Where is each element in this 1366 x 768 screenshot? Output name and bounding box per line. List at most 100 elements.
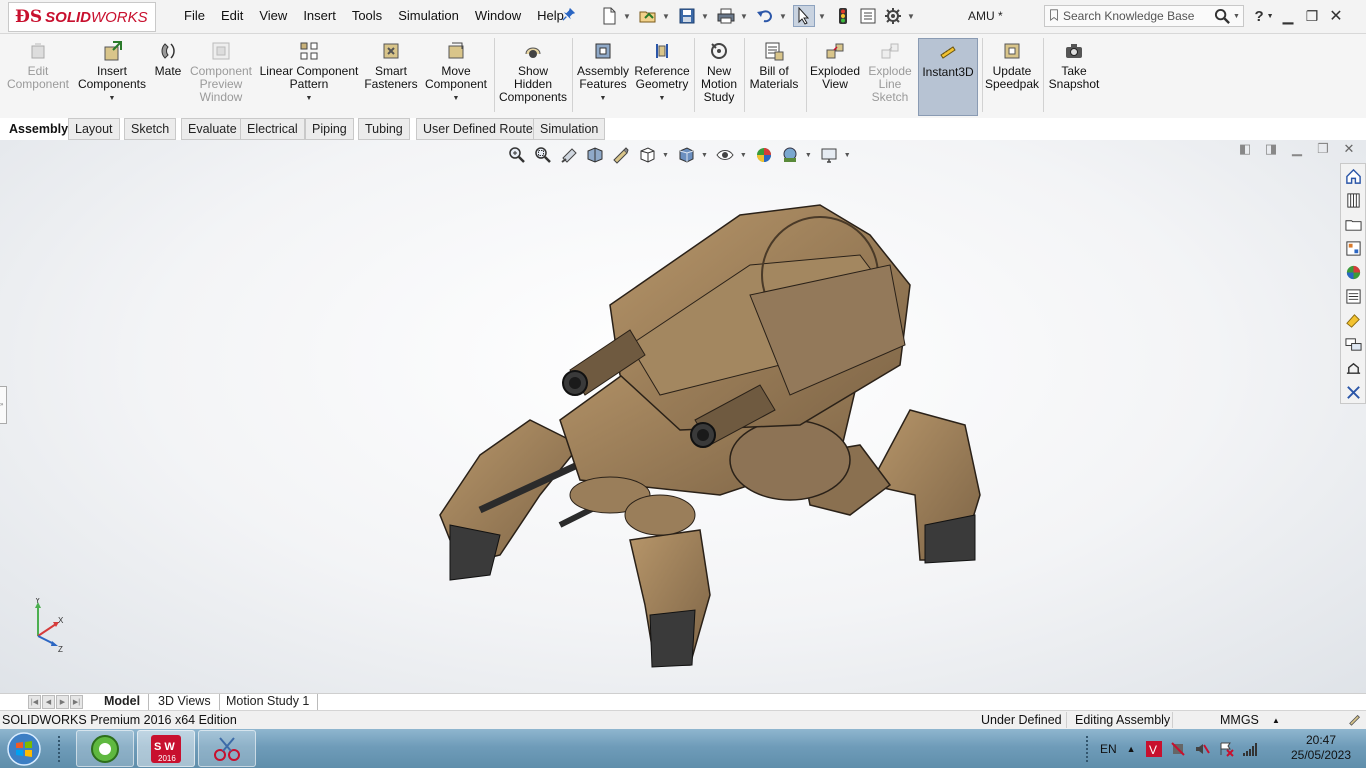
tab-user-defined-route[interactable]: User Defined Route bbox=[416, 118, 540, 140]
previous-window-icon[interactable]: ◧ bbox=[1232, 140, 1258, 158]
volume-tray-icon[interactable] bbox=[1194, 741, 1210, 757]
options-dropdown-icon[interactable]: ▼ bbox=[907, 5, 915, 27]
customize-status-icon[interactable] bbox=[1348, 712, 1362, 729]
next-tab-icon[interactable]: ▶ bbox=[56, 695, 69, 709]
next-window-icon[interactable]: ◨ bbox=[1258, 140, 1284, 158]
tab-electrical[interactable]: Electrical bbox=[240, 118, 305, 140]
help-icon[interactable]: ? ▼ bbox=[1252, 4, 1276, 28]
taskbar-app-solidworks[interactable]: S W 2016 bbox=[137, 730, 195, 767]
print-icon[interactable] bbox=[715, 5, 737, 27]
tab-assembly[interactable]: Assembly bbox=[2, 118, 76, 140]
save-dropdown-icon[interactable]: ▼ bbox=[701, 5, 709, 27]
graphics-area[interactable]: ▼ ▼ ▼ ▼ ▼ ◧ ◨ ▁ ❐ ✕ » Y X Z bbox=[0, 140, 1366, 693]
undo-icon[interactable] bbox=[754, 5, 776, 27]
display-style-icon[interactable] bbox=[675, 145, 697, 165]
units-selector[interactable]: MMGS bbox=[1220, 713, 1259, 727]
undo-dropdown-icon[interactable]: ▼ bbox=[779, 5, 787, 27]
search-icon[interactable] bbox=[1211, 6, 1233, 26]
tab-motion-study-1[interactable]: Motion Study 1 bbox=[218, 694, 319, 710]
minimize-document-icon[interactable]: ▁ bbox=[1284, 140, 1310, 158]
options-gear-icon[interactable] bbox=[882, 5, 904, 27]
select-pointer-icon[interactable] bbox=[793, 5, 815, 27]
apply-scene-dropdown-icon[interactable]: ▼ bbox=[805, 152, 812, 159]
take-snapshot-button[interactable]: Take Snapshot bbox=[1046, 38, 1102, 116]
appearances-icon[interactable] bbox=[1341, 260, 1365, 284]
close-document-icon[interactable]: ✕ bbox=[1336, 140, 1362, 158]
new-document-icon[interactable] bbox=[598, 5, 620, 27]
pin-menu-icon[interactable] bbox=[562, 7, 576, 23]
smart-fasteners-button[interactable]: Smart Fasteners bbox=[364, 38, 418, 116]
file-properties-icon[interactable] bbox=[857, 5, 879, 27]
assembly-features-dropdown-icon[interactable]: ▼ bbox=[600, 92, 607, 105]
action-center-tray-icon[interactable] bbox=[1218, 741, 1234, 757]
previous-tab-icon[interactable]: ◀ bbox=[42, 695, 55, 709]
zoom-to-area-icon[interactable] bbox=[532, 145, 554, 165]
tab-layout[interactable]: Layout bbox=[68, 118, 120, 140]
zoom-to-fit-icon[interactable] bbox=[506, 145, 528, 165]
show-hidden-components-button[interactable]: Show Hidden Components bbox=[498, 38, 568, 116]
custom-properties-icon[interactable] bbox=[1341, 284, 1365, 308]
move-component-dropdown-icon[interactable]: ▼ bbox=[453, 92, 460, 105]
update-speedpak-button[interactable]: Update Speedpak bbox=[984, 38, 1040, 116]
restore-window-icon[interactable]: ❐ bbox=[1300, 4, 1324, 28]
open-document-icon[interactable] bbox=[637, 5, 659, 27]
toolbox-icon[interactable] bbox=[1341, 380, 1365, 404]
instant3d-button[interactable]: Instant3D bbox=[918, 38, 978, 116]
hide-show-dropdown-icon[interactable]: ▼ bbox=[740, 152, 747, 159]
hide-show-items-icon[interactable] bbox=[714, 145, 736, 165]
view-settings-dropdown-icon[interactable]: ▼ bbox=[844, 152, 851, 159]
dynamic-annotation-icon[interactable] bbox=[610, 145, 632, 165]
section-view-icon[interactable] bbox=[584, 145, 606, 165]
tab-3d-views[interactable]: 3D Views bbox=[150, 694, 220, 710]
mate-button[interactable]: Mate bbox=[150, 38, 186, 116]
taskbar-app-greenshot[interactable] bbox=[76, 730, 134, 767]
network-adapter-tray-icon[interactable] bbox=[1170, 741, 1186, 757]
edit-appearance-icon[interactable] bbox=[753, 145, 775, 165]
community-icon[interactable] bbox=[1341, 332, 1365, 356]
tab-simulation[interactable]: Simulation bbox=[533, 118, 606, 140]
linear-component-pattern-button[interactable]: Linear Component Pattern ▼ bbox=[258, 38, 360, 116]
start-button-icon[interactable] bbox=[4, 730, 44, 767]
taskbar-app-snipping-tool[interactable] bbox=[198, 730, 256, 767]
menu-insert[interactable]: Insert bbox=[295, 8, 344, 23]
new-motion-study-button[interactable]: New Motion Study bbox=[698, 38, 740, 116]
menu-file[interactable]: File bbox=[176, 8, 213, 23]
tab-piping[interactable]: Piping bbox=[305, 118, 354, 140]
search-dropdown-icon[interactable]: ▼ bbox=[1233, 13, 1243, 20]
solidworks-resources-icon[interactable] bbox=[1341, 164, 1365, 188]
tab-evaluate[interactable]: Evaluate bbox=[181, 118, 244, 140]
solidworks-logo[interactable]: ƉS SOLID WORKS bbox=[8, 2, 156, 32]
reference-geometry-button[interactable]: Reference Geometry ▼ bbox=[632, 38, 692, 116]
explode-line-sketch-button[interactable]: Explode Line Sketch bbox=[864, 38, 916, 116]
linear-pattern-dropdown-icon[interactable]: ▼ bbox=[306, 92, 313, 105]
exploded-view-button[interactable]: Exploded View bbox=[808, 38, 862, 116]
open-dropdown-icon[interactable]: ▼ bbox=[662, 5, 670, 27]
display-style-dropdown-icon[interactable]: ▼ bbox=[701, 152, 708, 159]
insert-components-button[interactable]: Insert Components ▼ bbox=[76, 38, 148, 116]
file-explorer-icon[interactable] bbox=[1341, 212, 1365, 236]
bill-of-materials-button[interactable]: Bill of Materials bbox=[746, 38, 802, 116]
search-knowledge-base[interactable]: Search Knowledge Base ▼ bbox=[1044, 5, 1244, 27]
tab-sketch[interactable]: Sketch bbox=[124, 118, 177, 140]
restore-document-icon[interactable]: ❐ bbox=[1310, 140, 1336, 158]
view-palette-icon[interactable] bbox=[1341, 236, 1365, 260]
insert-components-dropdown-icon[interactable]: ▼ bbox=[109, 92, 116, 105]
menu-edit[interactable]: Edit bbox=[213, 8, 251, 23]
previous-view-icon[interactable] bbox=[558, 145, 580, 165]
reference-geometry-dropdown-icon[interactable]: ▼ bbox=[659, 92, 666, 105]
print-dropdown-icon[interactable]: ▼ bbox=[740, 5, 748, 27]
show-hidden-icons-icon[interactable]: ▲ bbox=[1127, 744, 1136, 754]
component-preview-window-button[interactable]: Component Preview Window bbox=[188, 38, 254, 116]
assembly-model-robot[interactable] bbox=[420, 195, 1000, 675]
view-orientation-icon[interactable] bbox=[636, 145, 658, 165]
feature-manager-expand-handle[interactable]: » bbox=[0, 386, 7, 424]
close-window-icon[interactable]: ✕ bbox=[1324, 4, 1348, 28]
save-icon[interactable] bbox=[676, 5, 698, 27]
new-dropdown-icon[interactable]: ▼ bbox=[623, 5, 631, 27]
plastics-icon[interactable] bbox=[1341, 356, 1365, 380]
rebuild-traffic-light-icon[interactable] bbox=[832, 5, 854, 27]
edit-component-button[interactable]: Edit Component bbox=[6, 38, 70, 116]
tab-model[interactable]: Model bbox=[96, 694, 150, 710]
view-settings-icon[interactable] bbox=[818, 145, 840, 165]
last-tab-icon[interactable]: ▶| bbox=[70, 695, 83, 709]
